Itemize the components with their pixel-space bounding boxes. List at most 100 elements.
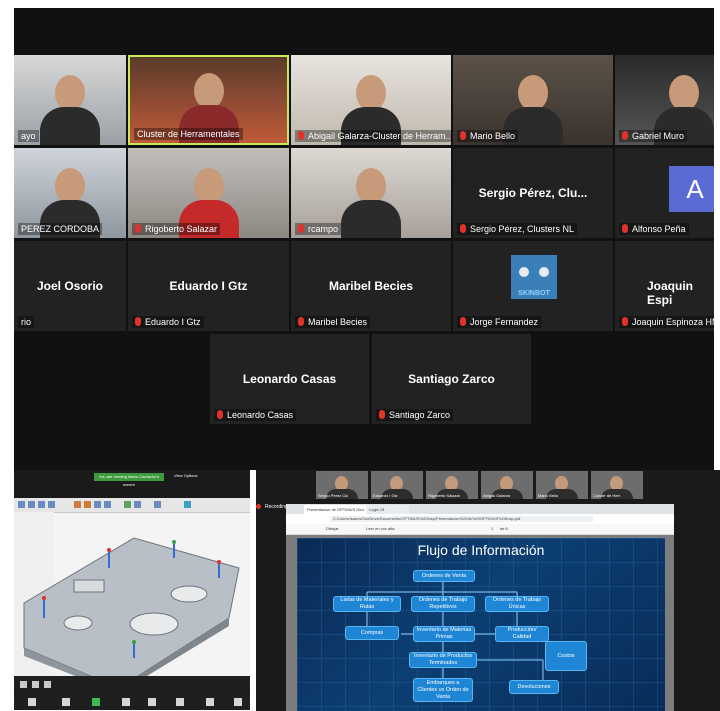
page-total: de 6 bbox=[500, 526, 508, 531]
thumbnail-name: Abigail Galarza bbox=[483, 493, 511, 498]
thumbnail-tile[interactable]: Rigoberto Salazar bbox=[426, 471, 478, 499]
view-options-button[interactable]: View Options bbox=[174, 473, 198, 478]
timeline-prev-icon[interactable] bbox=[32, 681, 39, 688]
participant-name: ayo bbox=[21, 131, 36, 141]
flow-box: Ordenes de Venta bbox=[413, 570, 475, 582]
flow-box: Devoluciones bbox=[509, 680, 559, 694]
participant-tile[interactable]: Maribel Becies Maribel Becies bbox=[291, 241, 451, 331]
browser-tab[interactable]: Login 15 bbox=[366, 505, 409, 514]
browser-tab[interactable]: Presentacion de OPTIMUS Dinz bbox=[304, 505, 367, 514]
flow-box: Inventario de Productos Terminados bbox=[409, 652, 477, 668]
participant-name: rcampo bbox=[308, 224, 339, 234]
participant-video bbox=[341, 168, 401, 238]
thumbnail-tile[interactable]: Abigail Galarza bbox=[481, 471, 533, 499]
participant-tile-active-speaker[interactable]: Cluster de Herramentales bbox=[128, 55, 289, 145]
apps-icon[interactable] bbox=[176, 698, 184, 706]
thumbnail-name: Rigoberto Salazar bbox=[428, 493, 461, 498]
flow-box: Listas de Materiales y Rutas bbox=[333, 596, 401, 612]
participant-name: Alfonso Peña bbox=[632, 224, 686, 234]
participant-thumbnails: Sergio Pérez Clu Eduardo I Gtz Rigoberto… bbox=[316, 470, 646, 500]
flow-box: Ordenes de Trabajo Únicas bbox=[485, 596, 549, 612]
participant-tile[interactable]: Joel Osorio rio bbox=[14, 241, 126, 331]
participant-name: Maribel Becies bbox=[308, 317, 368, 327]
participant-name: Abigail Galarza-Cluster de Herram... bbox=[308, 131, 451, 141]
participant-tile[interactable]: PEREZ CORDOBA bbox=[14, 148, 126, 238]
participant-name: rio bbox=[21, 317, 32, 327]
muted-mic-icon bbox=[460, 224, 466, 233]
participant-tile[interactable]: Eduardo I Gtz Eduardo I Gtz bbox=[128, 241, 289, 331]
participant-tile[interactable]: Mario Bello bbox=[453, 55, 613, 145]
participant-avatar: A bbox=[669, 166, 714, 212]
browser-tabs: Presentacion de OPTIMUS Dinz Login 15 bbox=[286, 504, 674, 514]
timeline-play-icon[interactable] bbox=[44, 681, 51, 688]
cad-timeline[interactable] bbox=[14, 676, 250, 693]
muted-mic-icon bbox=[379, 410, 385, 419]
participant-tile[interactable]: Sergio Pérez, Clu... Sergio Pérez, Clust… bbox=[453, 148, 613, 238]
whiteboard-icon[interactable] bbox=[206, 698, 214, 706]
muted-mic-icon bbox=[622, 224, 628, 233]
muted-mic-icon bbox=[135, 317, 141, 326]
participant-display-name: Leonardo Casas bbox=[242, 372, 337, 386]
participant-name: Mario Bello bbox=[470, 131, 516, 141]
reactions-icon[interactable] bbox=[148, 698, 156, 706]
participant-tile[interactable]: SKINBOT Jorge Fernandez bbox=[453, 241, 613, 331]
participant-tile[interactable]: Gabriel Muro bbox=[615, 55, 714, 145]
flow-connectors bbox=[366, 582, 577, 680]
participant-video bbox=[40, 75, 100, 145]
more-icon[interactable] bbox=[234, 698, 242, 706]
thumbnail-tile[interactable]: Eduardo I Gtz bbox=[371, 471, 423, 499]
slide-flujo-de-informacion: Flujo de Información Ordenes de Venta Li… bbox=[297, 538, 665, 711]
participant-tile[interactable]: Abigail Galarza-Cluster de Herram... bbox=[291, 55, 451, 145]
chat-icon[interactable] bbox=[62, 698, 70, 706]
read-aloud-button[interactable]: Leer en voz alta bbox=[366, 526, 394, 531]
flow-box: Costos bbox=[545, 641, 587, 671]
thumbnail-tile[interactable]: Mario Bello bbox=[536, 471, 588, 499]
muted-mic-icon bbox=[460, 131, 466, 140]
participant-tile[interactable]: Leonardo Casas Leonardo Casas bbox=[210, 334, 369, 424]
thumbnail-tile[interactable]: Cluster de Herr bbox=[591, 471, 643, 499]
participant-tile[interactable]: rcampo bbox=[291, 148, 451, 238]
pdf-toolbar: Dibujar Leer en voz alta 1 de 6 bbox=[286, 524, 674, 535]
flow-box: Inventario de Materias Primas bbox=[413, 626, 475, 642]
cad-window bbox=[14, 498, 250, 693]
participant-name: PEREZ CORDOBA bbox=[21, 224, 100, 234]
muted-mic-icon bbox=[460, 317, 466, 326]
muted-mic-icon bbox=[622, 131, 628, 140]
muted-mic-icon bbox=[135, 224, 141, 233]
muted-mic-icon bbox=[217, 410, 223, 419]
participant-tile[interactable]: Rigoberto Salazar bbox=[128, 148, 289, 238]
thumbnail-tile[interactable]: Sergio Pérez Clu bbox=[316, 471, 368, 499]
timeline-start-icon[interactable] bbox=[20, 681, 27, 688]
share-screen-icon[interactable] bbox=[92, 698, 100, 706]
thumbnail-name: Sergio Pérez Clu bbox=[318, 493, 349, 498]
robot-avatar-image: SKINBOT bbox=[511, 255, 557, 299]
participant-name: Joaquin Espinoza HM bbox=[632, 317, 714, 327]
viewing-banner: You are viewing Mario Camacho's screen bbox=[94, 473, 164, 487]
participant-name: Cluster de Herramentales bbox=[137, 129, 240, 139]
participant-name: Jorge Fernandez bbox=[470, 317, 539, 327]
cad-model-viewport[interactable] bbox=[14, 498, 250, 693]
recording-label: Recording bbox=[265, 504, 288, 510]
participant-display-name: Eduardo I Gtz bbox=[169, 279, 248, 293]
participant-display-name: Joaquin Espi bbox=[647, 279, 694, 307]
url-field[interactable]: C:/Users/Isaura/OneDrive/Documents/OPTIM… bbox=[330, 516, 593, 522]
meeting-toolbar bbox=[14, 694, 250, 710]
muted-mic-icon bbox=[298, 224, 304, 233]
participant-tile[interactable]: Santiago Zarco Santiago Zarco bbox=[372, 334, 531, 424]
participant-tile[interactable]: A Alfonso Peña bbox=[615, 148, 714, 238]
avatar-logo-text: SKINBOT bbox=[518, 290, 550, 297]
participant-display-name: Santiago Zarco bbox=[408, 372, 495, 386]
flow-box: Ordenes de Trabajo Repetitivos bbox=[411, 596, 475, 612]
record-icon[interactable] bbox=[122, 698, 130, 706]
participant-name: Sergio Pérez, Clusters NL bbox=[470, 224, 575, 234]
participant-name: Eduardo I Gtz bbox=[145, 317, 201, 327]
participants-icon[interactable] bbox=[28, 698, 36, 706]
draw-button[interactable]: Dibujar bbox=[326, 526, 339, 531]
participant-tile[interactable]: Joaquin Espi Joaquin Espinoza HM bbox=[615, 241, 714, 331]
screen-share-cad: You are viewing Mario Camacho's screen V… bbox=[14, 470, 250, 710]
participant-tile[interactable]: ayo bbox=[14, 55, 126, 145]
participant-display-name: Sergio Pérez, Clu... bbox=[478, 186, 588, 200]
participant-display-name: Maribel Becies bbox=[328, 279, 414, 293]
page-number[interactable]: 1 bbox=[491, 526, 493, 531]
browser-window: Presentacion de OPTIMUS Dinz Login 15 C:… bbox=[286, 504, 674, 711]
